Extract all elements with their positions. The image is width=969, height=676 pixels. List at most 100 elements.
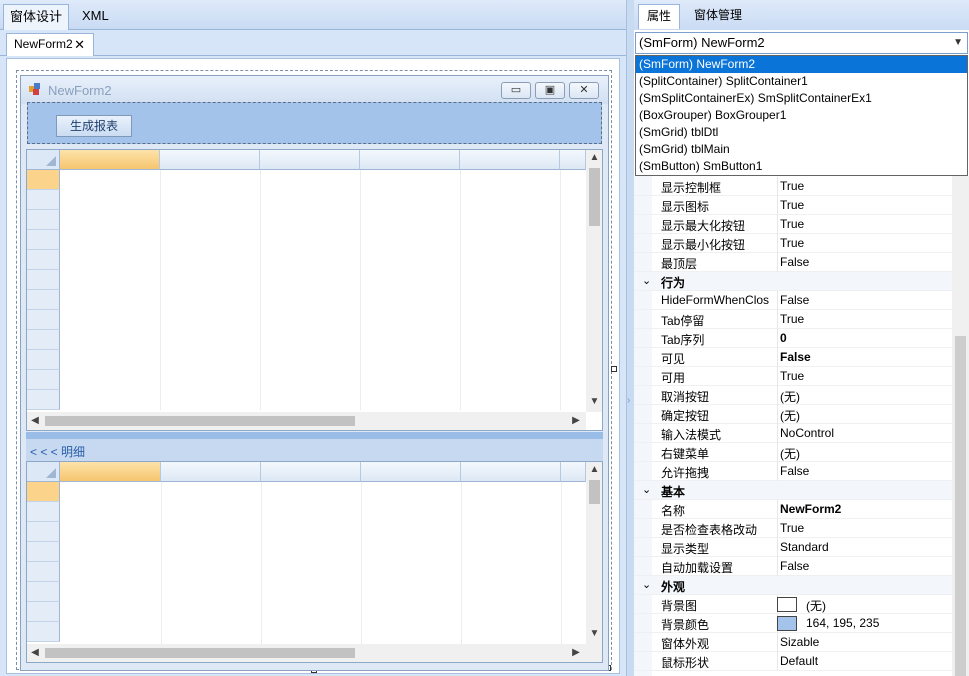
grid-row-header[interactable] xyxy=(27,602,60,622)
property-value[interactable]: (无) xyxy=(780,388,800,405)
property-row[interactable]: 名称 NewForm2 xyxy=(634,500,952,519)
collapse-icon[interactable]: ⌄ xyxy=(642,483,651,496)
scroll-down-icon[interactable]: ▼ xyxy=(586,626,602,642)
grid-row-header[interactable] xyxy=(27,290,60,310)
property-value[interactable]: True xyxy=(780,217,804,231)
grid-row-header[interactable] xyxy=(27,270,60,290)
grid-row-header[interactable] xyxy=(27,390,60,410)
grid-column-header[interactable] xyxy=(161,462,261,482)
detail-grid-hscroll[interactable]: ◀ ▶ xyxy=(27,644,602,662)
property-category[interactable]: ⌄ 外观 xyxy=(634,576,952,595)
property-value[interactable]: False xyxy=(780,350,811,364)
property-category[interactable]: ⌄ 基本 xyxy=(634,481,952,500)
property-row[interactable]: 最顶层 False xyxy=(634,253,952,272)
property-row[interactable]: 显示最大化按钮 True xyxy=(634,215,952,234)
grid-row-header[interactable] xyxy=(27,330,60,350)
grid-column-header[interactable] xyxy=(260,150,360,170)
detail-grid[interactable]: ▲ ▼ ◀ ▶ xyxy=(26,461,603,663)
grid-corner[interactable] xyxy=(27,462,60,482)
property-row[interactable]: 允许拖拽 False xyxy=(634,462,952,481)
grid-column-header[interactable] xyxy=(60,462,161,482)
grid-column-header[interactable] xyxy=(160,150,260,170)
maximize-button[interactable]: ▣ xyxy=(535,82,565,99)
grid-row-header[interactable] xyxy=(27,582,60,602)
property-value[interactable]: (无) xyxy=(780,407,800,424)
grid-column-header[interactable] xyxy=(460,150,560,170)
property-value[interactable]: False xyxy=(780,255,809,269)
property-row[interactable]: 显示类型 Standard xyxy=(634,538,952,557)
grid-row-header[interactable] xyxy=(27,562,60,582)
property-value[interactable]: (无) xyxy=(806,597,826,614)
property-value[interactable]: True xyxy=(780,236,804,250)
chevron-down-icon[interactable]: ▼ xyxy=(953,33,963,53)
property-row[interactable]: 窗体外观 Sizable xyxy=(634,633,952,652)
tab-properties[interactable]: 属性 xyxy=(638,4,681,29)
grid-column-header[interactable] xyxy=(461,462,561,482)
main-grid-hscroll[interactable]: ◀ ▶ xyxy=(27,412,586,430)
grid-corner[interactable] xyxy=(27,150,60,170)
generate-report-button[interactable]: 生成报表 xyxy=(56,115,132,137)
detail-grid-vscroll[interactable]: ▲ ▼ xyxy=(586,462,602,644)
close-icon[interactable]: ✕ xyxy=(74,34,85,55)
object-list-item[interactable]: (SmGrid) tblMain xyxy=(636,141,967,158)
chevron-right-icon[interactable]: › xyxy=(627,390,633,412)
property-row[interactable]: 自动加载设置 False xyxy=(634,557,952,576)
object-list-item[interactable]: (BoxGrouper) BoxGrouper1 xyxy=(636,107,967,124)
scroll-thumb[interactable] xyxy=(589,168,600,226)
object-dropdown-list[interactable]: (SmForm) NewForm2 (SplitContainer) Split… xyxy=(635,55,968,176)
scroll-right-icon[interactable]: ▶ xyxy=(568,645,584,661)
property-row[interactable]: 可见 False xyxy=(634,348,952,367)
property-row[interactable]: HideFormWhenClos False xyxy=(634,291,952,310)
property-value[interactable]: True xyxy=(780,312,804,326)
property-row[interactable]: 取消按钮 (无) xyxy=(634,386,952,405)
property-value[interactable]: False xyxy=(780,464,809,478)
property-grid-vscroll[interactable] xyxy=(952,176,969,676)
grid-column-header[interactable] xyxy=(361,462,461,482)
scroll-left-icon[interactable]: ◀ xyxy=(27,413,43,429)
grid-row-header[interactable] xyxy=(27,622,60,642)
property-value[interactable]: True xyxy=(780,521,804,535)
property-row[interactable]: Tab序列 0 xyxy=(634,329,952,348)
property-value[interactable]: False xyxy=(780,293,809,307)
grid-row-header[interactable] xyxy=(27,210,60,230)
object-list-item[interactable]: (SmButton) SmButton1 xyxy=(636,158,967,175)
main-grid[interactable]: ▲ ▼ ◀ ▶ xyxy=(26,149,603,431)
object-list-item[interactable]: (SmSplitContainerEx) SmSplitContainerEx1 xyxy=(636,90,967,107)
property-row[interactable]: 显示图标 True xyxy=(634,196,952,215)
grid-row-header[interactable] xyxy=(27,482,60,502)
grid-row-header[interactable] xyxy=(27,370,60,390)
minimize-button[interactable]: ▭ xyxy=(501,82,531,99)
tab-form-design[interactable]: 窗体设计 xyxy=(3,4,70,30)
scroll-left-icon[interactable]: ◀ xyxy=(27,645,43,661)
detail-label[interactable]: < < < 明细 xyxy=(30,443,85,460)
grid-row-header[interactable] xyxy=(27,522,60,542)
property-row[interactable]: 显示控制框 True xyxy=(634,177,952,196)
grid-row-header[interactable] xyxy=(27,310,60,330)
grid-column-header[interactable] xyxy=(261,462,361,482)
detail-bar[interactable]: < < < 明细 xyxy=(26,439,603,461)
property-value[interactable]: Sizable xyxy=(780,635,819,649)
property-value[interactable]: 164, 195, 235 xyxy=(806,616,879,630)
grid-column-header[interactable] xyxy=(360,150,460,170)
resize-handle-right[interactable] xyxy=(611,366,617,372)
grid-column-header[interactable] xyxy=(560,150,586,170)
tab-form-management[interactable]: 窗体管理 xyxy=(686,4,750,29)
scroll-thumb[interactable] xyxy=(45,648,355,658)
scroll-thumb[interactable] xyxy=(589,480,600,504)
scroll-down-icon[interactable]: ▼ xyxy=(586,394,602,410)
scroll-thumb[interactable] xyxy=(45,416,355,426)
property-row[interactable]: 背景图 (无) xyxy=(634,595,952,614)
object-list-item[interactable]: (SmGrid) tblDtl xyxy=(636,124,967,141)
property-value[interactable]: 0 xyxy=(780,331,787,345)
property-value[interactable]: True xyxy=(780,179,804,193)
property-value[interactable]: True xyxy=(780,369,804,383)
property-row[interactable]: 背景颜色 164, 195, 235 xyxy=(634,614,952,633)
property-grid[interactable]: 显示控制框 True 显示图标 True 显示最大化按钮 True 显示最小化按钮 True 最… xyxy=(634,177,952,676)
property-value[interactable]: Default xyxy=(780,654,818,668)
property-row[interactable]: Tab停留 True xyxy=(634,310,952,329)
object-selector[interactable]: (SmForm) NewForm2 ▼ xyxy=(635,32,968,54)
property-value[interactable]: NoControl xyxy=(780,426,834,440)
split-bar[interactable] xyxy=(26,432,603,439)
grid-row-header[interactable] xyxy=(27,502,60,522)
grid-row-header[interactable] xyxy=(27,230,60,250)
